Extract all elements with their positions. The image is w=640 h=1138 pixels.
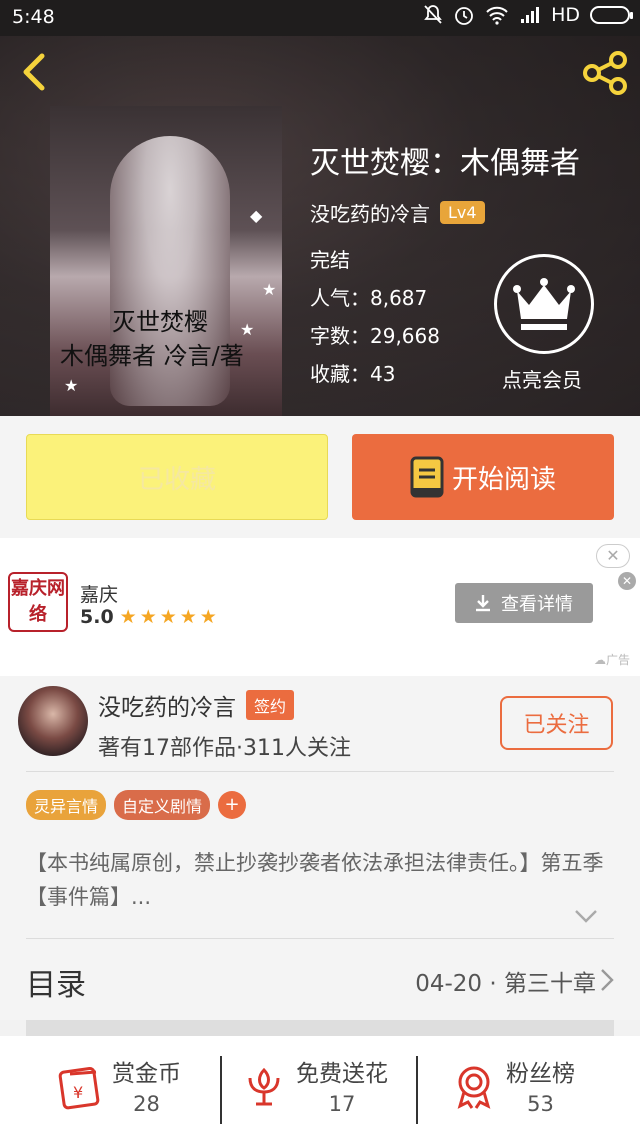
book-icon — [410, 456, 444, 498]
cover-subtitle: 木偶舞者 冷言/著 — [60, 342, 244, 370]
book-info-section: 没吃药的冷言 签约 著有17部作品·311人关注 已关注 灵异言情 自定义剧情 … — [0, 676, 640, 1020]
book-popularity: 人气：8,687 — [310, 286, 428, 310]
book-author-row: 没吃药的冷言 Lv4 — [310, 198, 485, 227]
tag-item[interactable]: 灵异言情 — [26, 790, 107, 820]
author-name[interactable]: 没吃药的冷言 — [98, 688, 236, 722]
ad-rating: 5.0 ★★★★★ — [80, 606, 220, 628]
author-level-badge: Lv4 — [440, 201, 485, 224]
send-flower-count: 17 — [328, 1092, 356, 1116]
signed-badge: 签约 — [246, 690, 295, 720]
start-reading-label: 开始阅读 — [451, 464, 556, 495]
book-title: 灭世焚樱：木偶舞者 — [310, 146, 580, 181]
action-bar: 已收藏 开始阅读 — [0, 416, 640, 538]
download-icon — [476, 595, 490, 612]
book-word-count: 字数：29,668 — [310, 324, 440, 348]
fan-ranking-button[interactable]: 粉丝榜 53 — [450, 1054, 575, 1124]
reward-coin-label: 赏金币 — [112, 1061, 181, 1087]
book-favorites: 收藏：43 — [310, 362, 396, 386]
separator — [220, 1056, 222, 1124]
ad-app-name: 嘉庆 — [80, 584, 119, 606]
ad-logo: 嘉庆网络 — [8, 572, 68, 632]
author-avatar[interactable] — [18, 686, 88, 756]
chevron-down-icon[interactable] — [574, 908, 598, 924]
status-time: 5:48 — [12, 6, 55, 28]
share-icon[interactable] — [580, 50, 630, 96]
author-name-row: 没吃药的冷言 签约 — [98, 688, 295, 722]
send-flower-button[interactable]: 免费送花 17 — [240, 1054, 388, 1124]
status-bar: 5:48 HD — [0, 0, 640, 36]
divider — [26, 938, 614, 939]
svg-text:¥: ¥ — [73, 1083, 83, 1102]
ad-tag: ☁广告 — [593, 653, 630, 667]
author-stats: 著有17部作品·311人关注 — [98, 736, 351, 761]
battery-icon — [590, 6, 633, 24]
alarm-icon — [455, 7, 473, 25]
bottom-action-bar: ¥ 赏金币 28 免费送花 17 粉丝榜 53 — [0, 1036, 640, 1138]
signal-icon — [521, 7, 540, 23]
vip-label[interactable]: 点亮会员 — [502, 364, 582, 393]
book-description[interactable]: 【本书纯属原创，禁止抄袭抄袭者依法承担法律责任。】第五季【事件篇】... — [26, 846, 614, 914]
mute-icon — [424, 5, 442, 24]
ad-banner[interactable]: 嘉庆网络 嘉庆 5.0 ★★★★★ 查看详情 ✕ ✕ ☁广告 — [0, 538, 640, 676]
follow-button[interactable]: 已关注 — [500, 696, 613, 750]
status-icons: HD — [423, 4, 633, 26]
ad-rating-stars: ★★★★★ — [119, 606, 220, 628]
ad-details-button[interactable]: 查看详情 — [455, 583, 593, 623]
reward-coin-icon: ¥ — [58, 1066, 100, 1110]
tag-list: 灵异言情 自定义剧情 + — [26, 790, 247, 820]
crown-icon — [513, 278, 575, 330]
ad-rating-value: 5.0 — [80, 606, 114, 628]
divider — [26, 771, 614, 772]
toc-label[interactable]: 目录 — [26, 960, 86, 1004]
book-status: 完结 — [310, 248, 350, 272]
ad-close-icon[interactable]: ✕ — [596, 544, 630, 568]
reward-coin-button[interactable]: ¥ 赏金币 28 — [56, 1054, 181, 1124]
chevron-right-icon[interactable] — [600, 968, 614, 992]
separator — [416, 1056, 418, 1124]
book-header: ★ ★ ★ ◆ 灭世焚樱 木偶舞者 冷言/著 灭世焚樱：木偶舞者 没吃药的冷言 … — [0, 36, 640, 416]
toc-latest-chapter[interactable]: 04-20 · 第三十章 — [415, 964, 596, 998]
vip-button[interactable] — [494, 254, 594, 354]
section-gap — [26, 1020, 614, 1036]
cover-star: ◆ — [250, 206, 263, 225]
ad-details-label: 查看详情 — [501, 594, 573, 615]
tag-item[interactable]: 自定义剧情 — [114, 790, 211, 820]
network-type: HD — [551, 4, 580, 26]
favorited-button[interactable]: 已收藏 — [26, 434, 328, 520]
flower-icon — [248, 1067, 280, 1106]
back-icon[interactable] — [14, 50, 54, 94]
book-cover[interactable]: ★ ★ ★ ◆ 灭世焚樱 木偶舞者 冷言/著 — [50, 106, 282, 416]
add-tag-button[interactable]: + — [218, 791, 247, 819]
book-author[interactable]: 没吃药的冷言 — [310, 198, 430, 227]
start-reading-button[interactable]: 开始阅读 — [352, 434, 614, 520]
ad-dismiss-icon[interactable]: ✕ — [618, 572, 636, 590]
medal-icon — [457, 1066, 491, 1109]
fan-ranking-count: 53 — [527, 1092, 554, 1116]
reward-coin-count: 28 — [133, 1092, 160, 1116]
cover-star: ★ — [64, 376, 79, 395]
fan-ranking-label: 粉丝榜 — [506, 1061, 575, 1087]
wifi-icon — [486, 6, 508, 25]
send-flower-label: 免费送花 — [296, 1061, 388, 1087]
cover-star: ★ — [262, 280, 277, 299]
cover-title: 灭世焚樱 — [112, 308, 208, 336]
